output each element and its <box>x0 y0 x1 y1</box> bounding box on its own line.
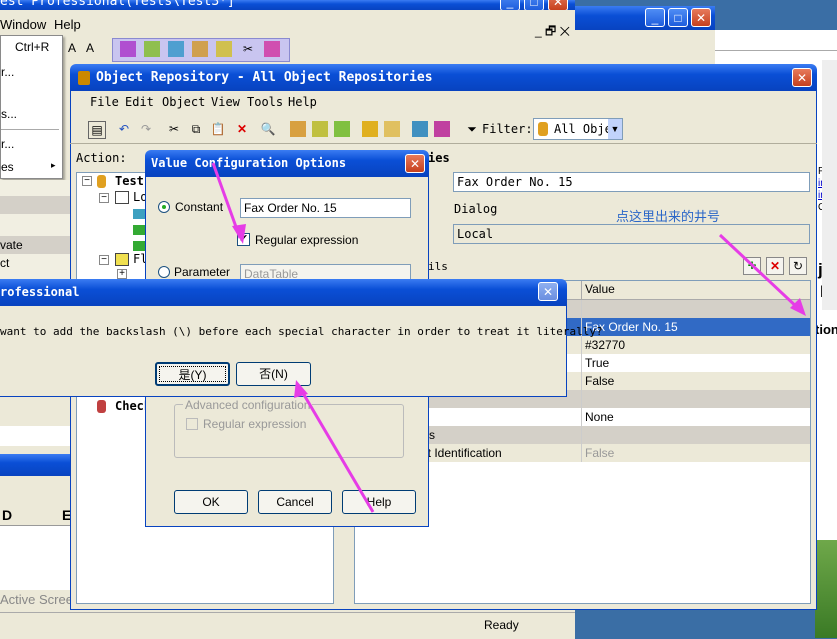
arrowhead-regex <box>232 224 246 244</box>
arrowhead-hash <box>790 298 806 316</box>
arrow-to-no <box>298 387 375 513</box>
arrow-to-hash <box>718 233 802 312</box>
annotation-arrows <box>211 162 806 513</box>
